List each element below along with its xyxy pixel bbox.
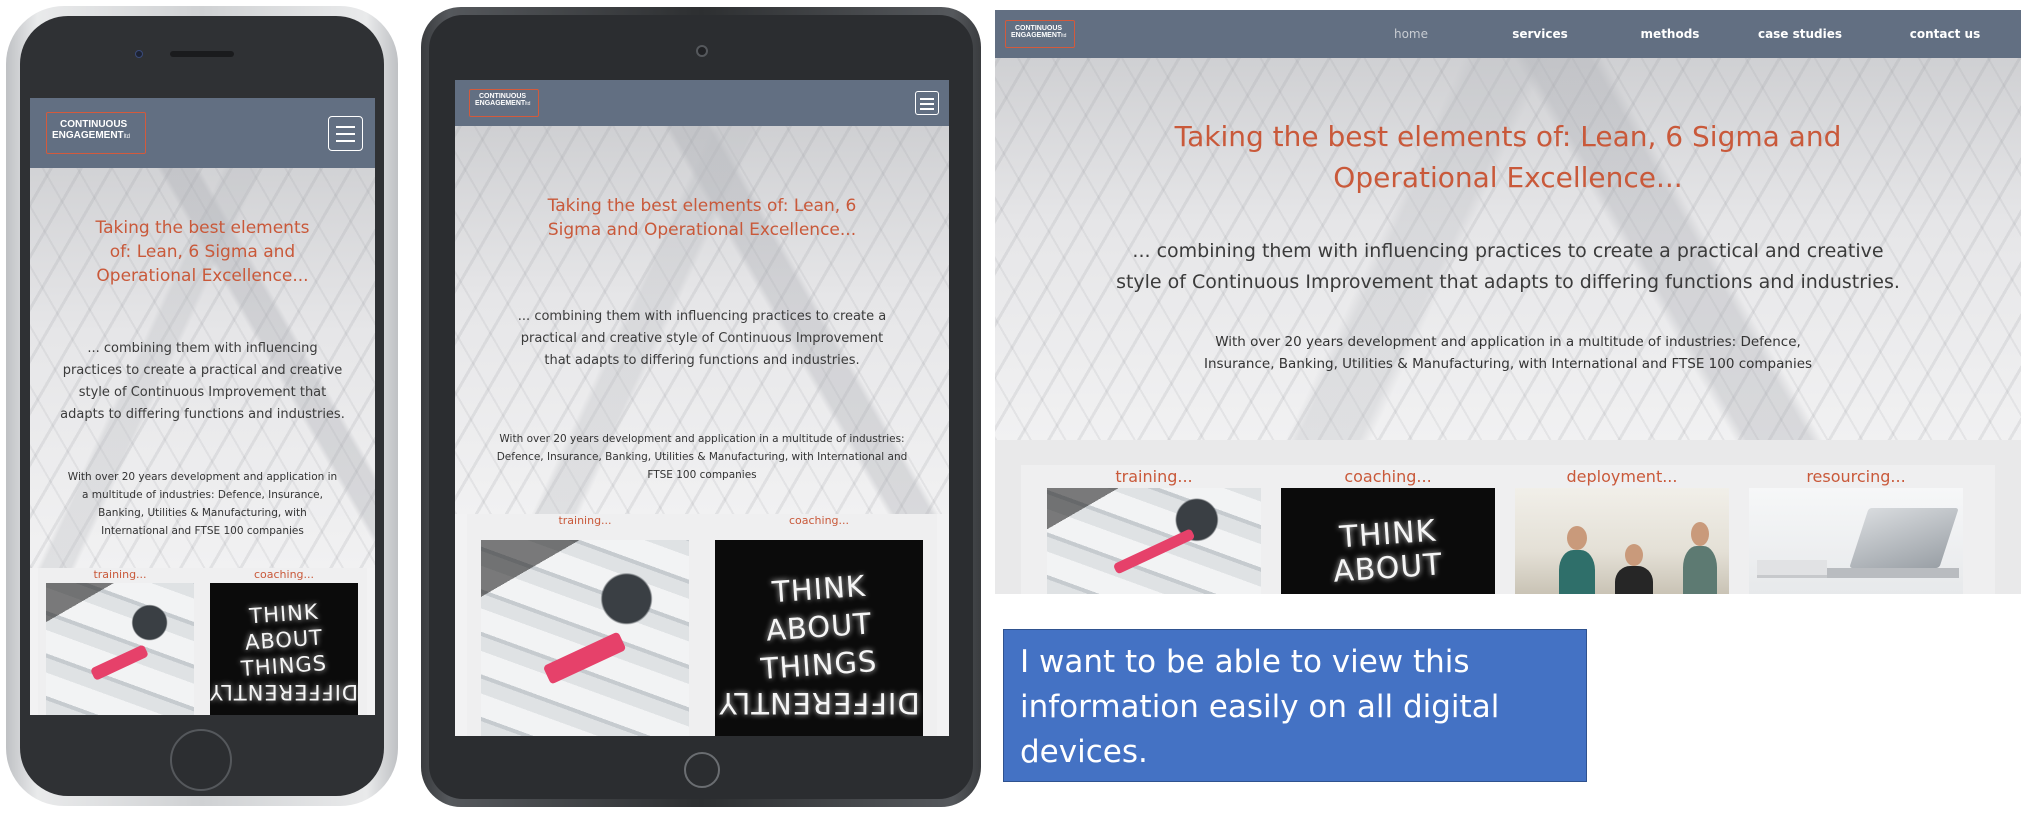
logo-suffix: ltd — [123, 133, 131, 140]
logo-line1: CONTINUOUS — [1015, 25, 1063, 32]
desktop-hero-title: Taking the best elements of: Lean, 6 Sig… — [1174, 120, 1842, 194]
phone-home-button[interactable] — [170, 729, 232, 791]
tablet-hero-detail: With over 20 years development and appli… — [496, 433, 908, 481]
desktop-card-label-training[interactable]: training... — [1047, 467, 1261, 486]
training-desk-photo[interactable] — [46, 583, 194, 715]
think-about-things-differently-neon-photo[interactable]: THINK ABOUT THINGS DIFFERENTLY — [210, 583, 358, 715]
desktop-navbar: CONTINUOUS ENGAGEMENTltd home services m… — [995, 10, 2021, 58]
think-about-things-differently-neon-photo[interactable]: THINK ABOUT — [1281, 488, 1495, 594]
logo-line1: CONTINUOUS — [479, 93, 527, 100]
logo-line2: ENGAGEMENT — [1011, 32, 1062, 40]
desktop-hero — [995, 10, 2021, 440]
desktop-card-label-resourcing[interactable]: resourcing... — [1749, 467, 1963, 486]
nav-methods[interactable]: methods — [1629, 10, 1711, 58]
nav-contact-us[interactable]: contact us — [1895, 10, 1995, 58]
desktop-card-label-deployment[interactable]: deployment... — [1515, 467, 1729, 486]
laptop-desk-photo[interactable] — [1749, 488, 1963, 594]
tablet-home-button[interactable] — [684, 752, 720, 788]
tablet-logo[interactable]: CONTINUOUS ENGAGEMENTltd — [475, 93, 530, 108]
phone-card-label-coaching[interactable]: coaching... — [210, 568, 358, 581]
tablet-camera — [696, 45, 708, 57]
desktop-card-label-coaching[interactable]: coaching... — [1281, 467, 1495, 486]
phone-hero-title: Taking the best elements of: Lean, 6 Sig… — [95, 218, 310, 286]
tablet-screen: CONTINUOUS ENGAGEMENTltd Taking the best… — [455, 80, 949, 736]
phone-logo[interactable]: CONTINUOUS ENGAGEMENTltd — [52, 119, 131, 141]
tablet-navbar: CONTINUOUS ENGAGEMENTltd — [455, 80, 949, 126]
tablet-card-label-training[interactable]: training... — [481, 514, 689, 527]
desktop-hero-subtitle: ... combining them with influencing prac… — [1116, 240, 1900, 293]
phone-navbar: CONTINUOUS ENGAGEMENTltd — [30, 98, 375, 168]
desktop-screen: CONTINUOUS ENGAGEMENTltd home services m… — [995, 10, 2021, 594]
desktop-cards: training... coaching... deployment... re… — [1021, 465, 1995, 594]
logo-line2: ENGAGEMENT — [475, 100, 526, 108]
hamburger-menu-icon[interactable] — [328, 116, 363, 151]
tablet-cards: training... coaching... THINK ABOUT THIN… — [467, 514, 937, 736]
phone-hero-subtitle: ... combining them with influencing prac… — [60, 341, 345, 422]
nav-case-studies[interactable]: case studies — [1750, 10, 1850, 58]
tablet-card-label-coaching[interactable]: coaching... — [715, 514, 923, 527]
logo-suffix: ltd — [1061, 33, 1067, 40]
tablet-hero-title: Taking the best elements of: Lean, 6 Sig… — [547, 196, 857, 240]
phone-camera — [135, 50, 143, 58]
think-about-things-differently-neon-photo[interactable]: THINK ABOUT THINGS DIFFERENTLY — [715, 540, 923, 736]
phone-screen: CONTINUOUS ENGAGEMENTltd Taking the best… — [30, 98, 375, 715]
phone-card-label-training[interactable]: training... — [46, 568, 194, 581]
desktop-logo[interactable]: CONTINUOUS ENGAGEMENTltd — [1011, 25, 1066, 40]
phone-hero-detail: With over 20 years development and appli… — [67, 471, 338, 537]
logo-line2: ENGAGEMENT — [52, 129, 124, 141]
nav-services[interactable]: services — [1499, 10, 1581, 58]
training-desk-photo[interactable] — [1047, 488, 1261, 594]
neon-line4: DIFFERENTLY — [718, 686, 920, 720]
phone-speaker — [170, 51, 234, 57]
phone-cards: training... coaching... THINK ABOUT THIN… — [38, 568, 367, 715]
team-meeting-photo[interactable] — [1515, 488, 1729, 594]
hamburger-menu-icon[interactable] — [915, 91, 939, 115]
nav-home[interactable]: home — [1370, 10, 1452, 58]
desktop-hero-detail: With over 20 years development and appli… — [1203, 334, 1813, 372]
user-story-note: I want to be able to view this informati… — [1003, 629, 1587, 782]
neon-line4: DIFFERENTLY — [210, 680, 358, 704]
training-desk-photo[interactable] — [481, 540, 689, 736]
logo-suffix: ltd — [525, 101, 531, 108]
tablet-hero-subtitle: ... combining them with influencing prac… — [517, 309, 887, 368]
